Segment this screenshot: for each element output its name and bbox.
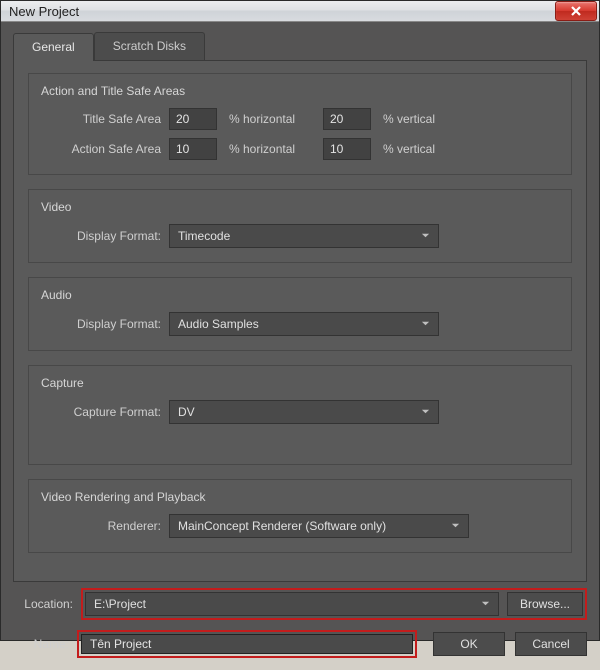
- safe-areas-title: Action and Title Safe Areas: [41, 84, 559, 98]
- chevron-down-icon: [421, 317, 430, 331]
- capture-group: Capture Capture Format: DV: [28, 365, 572, 465]
- capture-format-select[interactable]: DV: [169, 400, 439, 424]
- title-safe-horizontal-input[interactable]: [169, 108, 217, 130]
- render-group: Video Rendering and Playback Renderer: M…: [28, 479, 572, 553]
- location-row: Location: E:\Project Browse...: [13, 588, 587, 620]
- render-group-title: Video Rendering and Playback: [41, 490, 559, 504]
- safe-areas-group: Action and Title Safe Areas Title Safe A…: [28, 73, 572, 175]
- video-group-title: Video: [41, 200, 559, 214]
- audio-display-format-select[interactable]: Audio Samples: [169, 312, 439, 336]
- capture-format-row: Capture Format: DV: [41, 400, 559, 424]
- title-safe-row: Title Safe Area % horizontal % vertical: [41, 108, 559, 130]
- renderer-value: MainConcept Renderer (Software only): [178, 519, 386, 533]
- general-panel: Action and Title Safe Areas Title Safe A…: [13, 60, 587, 582]
- audio-group-title: Audio: [41, 288, 559, 302]
- pct-horizontal-label-2: % horizontal: [229, 142, 315, 156]
- location-value: E:\Project: [94, 597, 146, 611]
- cancel-button[interactable]: Cancel: [515, 632, 587, 656]
- chevron-down-icon: [451, 519, 460, 533]
- location-highlight: E:\Project Browse...: [81, 588, 587, 620]
- pct-vertical-label-2: % vertical: [383, 142, 435, 156]
- renderer-label: Renderer:: [41, 519, 161, 533]
- location-select[interactable]: E:\Project: [85, 592, 499, 616]
- capture-format-value: DV: [178, 405, 195, 419]
- tabs: General Scratch Disks: [13, 32, 587, 60]
- audio-group: Audio Display Format: Audio Samples: [28, 277, 572, 351]
- titlebar[interactable]: New Project: [1, 1, 599, 22]
- pct-horizontal-label: % horizontal: [229, 112, 315, 126]
- action-safe-row: Action Safe Area % horizontal % vertical: [41, 138, 559, 160]
- tab-general[interactable]: General: [13, 33, 94, 61]
- browse-button[interactable]: Browse...: [507, 592, 583, 616]
- action-safe-label: Action Safe Area: [41, 142, 161, 156]
- chevron-down-icon: [481, 597, 490, 611]
- name-input[interactable]: [81, 634, 413, 654]
- chevron-down-icon: [421, 405, 430, 419]
- video-display-format-select[interactable]: Timecode: [169, 224, 439, 248]
- audio-format-row: Display Format: Audio Samples: [41, 312, 559, 336]
- window-title: New Project: [9, 4, 555, 19]
- renderer-row: Renderer: MainConcept Renderer (Software…: [41, 514, 559, 538]
- video-group: Video Display Format: Timecode: [28, 189, 572, 263]
- bottom-area: Location: E:\Project Browse... Name: OK …: [13, 582, 587, 658]
- ok-button[interactable]: OK: [433, 632, 505, 656]
- new-project-dialog: New Project General Scratch Disks Action…: [0, 0, 600, 641]
- pct-vertical-label: % vertical: [383, 112, 435, 126]
- capture-group-title: Capture: [41, 376, 559, 390]
- dialog-body: General Scratch Disks Action and Title S…: [1, 22, 599, 670]
- video-display-format-label: Display Format:: [41, 229, 161, 243]
- close-icon: [571, 6, 581, 16]
- audio-display-format-value: Audio Samples: [178, 317, 259, 331]
- location-label: Location:: [13, 597, 73, 611]
- name-highlight: [77, 630, 417, 658]
- chevron-down-icon: [421, 229, 430, 243]
- renderer-select[interactable]: MainConcept Renderer (Software only): [169, 514, 469, 538]
- video-format-row: Display Format: Timecode: [41, 224, 559, 248]
- action-safe-vertical-input[interactable]: [323, 138, 371, 160]
- name-label: Name:: [13, 637, 69, 651]
- video-display-format-value: Timecode: [178, 229, 230, 243]
- action-safe-horizontal-input[interactable]: [169, 138, 217, 160]
- title-safe-label: Title Safe Area: [41, 112, 161, 126]
- tab-scratch-disks[interactable]: Scratch Disks: [94, 32, 205, 60]
- dialog-buttons: OK Cancel: [433, 632, 587, 656]
- title-safe-vertical-input[interactable]: [323, 108, 371, 130]
- audio-display-format-label: Display Format:: [41, 317, 161, 331]
- close-button[interactable]: [555, 1, 597, 21]
- name-row: Name: OK Cancel: [13, 630, 587, 658]
- capture-format-label: Capture Format:: [41, 405, 161, 419]
